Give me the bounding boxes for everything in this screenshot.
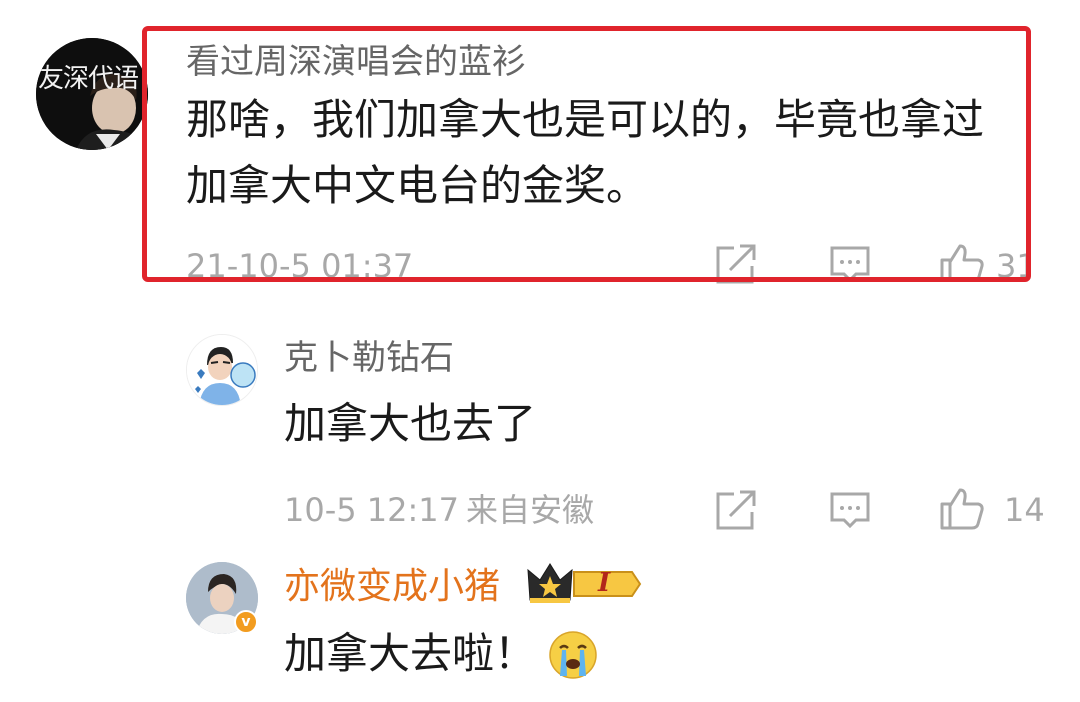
like-count: 31 <box>996 247 1030 282</box>
avatar-text: 友深代语 <box>38 64 139 94</box>
share-icon[interactable] <box>712 486 760 534</box>
reply-timestamp: 10-5 12:17 <box>284 491 460 529</box>
reply-username-vip[interactable]: 亦微变成小猪 <box>284 566 500 608</box>
like-count: 14 <box>1004 491 1045 529</box>
vip-level: I <box>598 568 611 598</box>
verified-v-icon: v <box>234 610 258 634</box>
crown-icon <box>527 563 642 603</box>
vip-badge[interactable]: I <box>526 560 644 608</box>
comment-text-line: 那啥，我们加拿大也是可以的，毕竟也拿过 <box>186 95 985 144</box>
reply-text: 加拿大去啦！ <box>284 629 537 678</box>
avatar[interactable] <box>186 334 258 406</box>
comment-username[interactable]: 看过周深演唱会的蓝衫 <box>186 42 526 82</box>
reply-text: 加拿大也去了 <box>284 399 537 448</box>
comment-text-line: 加拿大中文电台的金奖。 <box>186 161 649 210</box>
crying-face-icon <box>548 630 598 680</box>
share-icon[interactable] <box>712 240 760 288</box>
thumbs-up-icon[interactable] <box>938 240 986 282</box>
avatar[interactable]: 友深代语 <box>36 38 148 150</box>
reply-username[interactable]: 克卜勒钻石 <box>284 338 454 378</box>
thumbs-up-icon[interactable] <box>938 484 986 532</box>
comment-icon[interactable] <box>826 240 874 288</box>
reply-location: 来自安徽 <box>466 491 595 529</box>
comment-timestamp: 21-10-5 01:37 <box>186 247 414 285</box>
comment-icon[interactable] <box>826 486 874 534</box>
